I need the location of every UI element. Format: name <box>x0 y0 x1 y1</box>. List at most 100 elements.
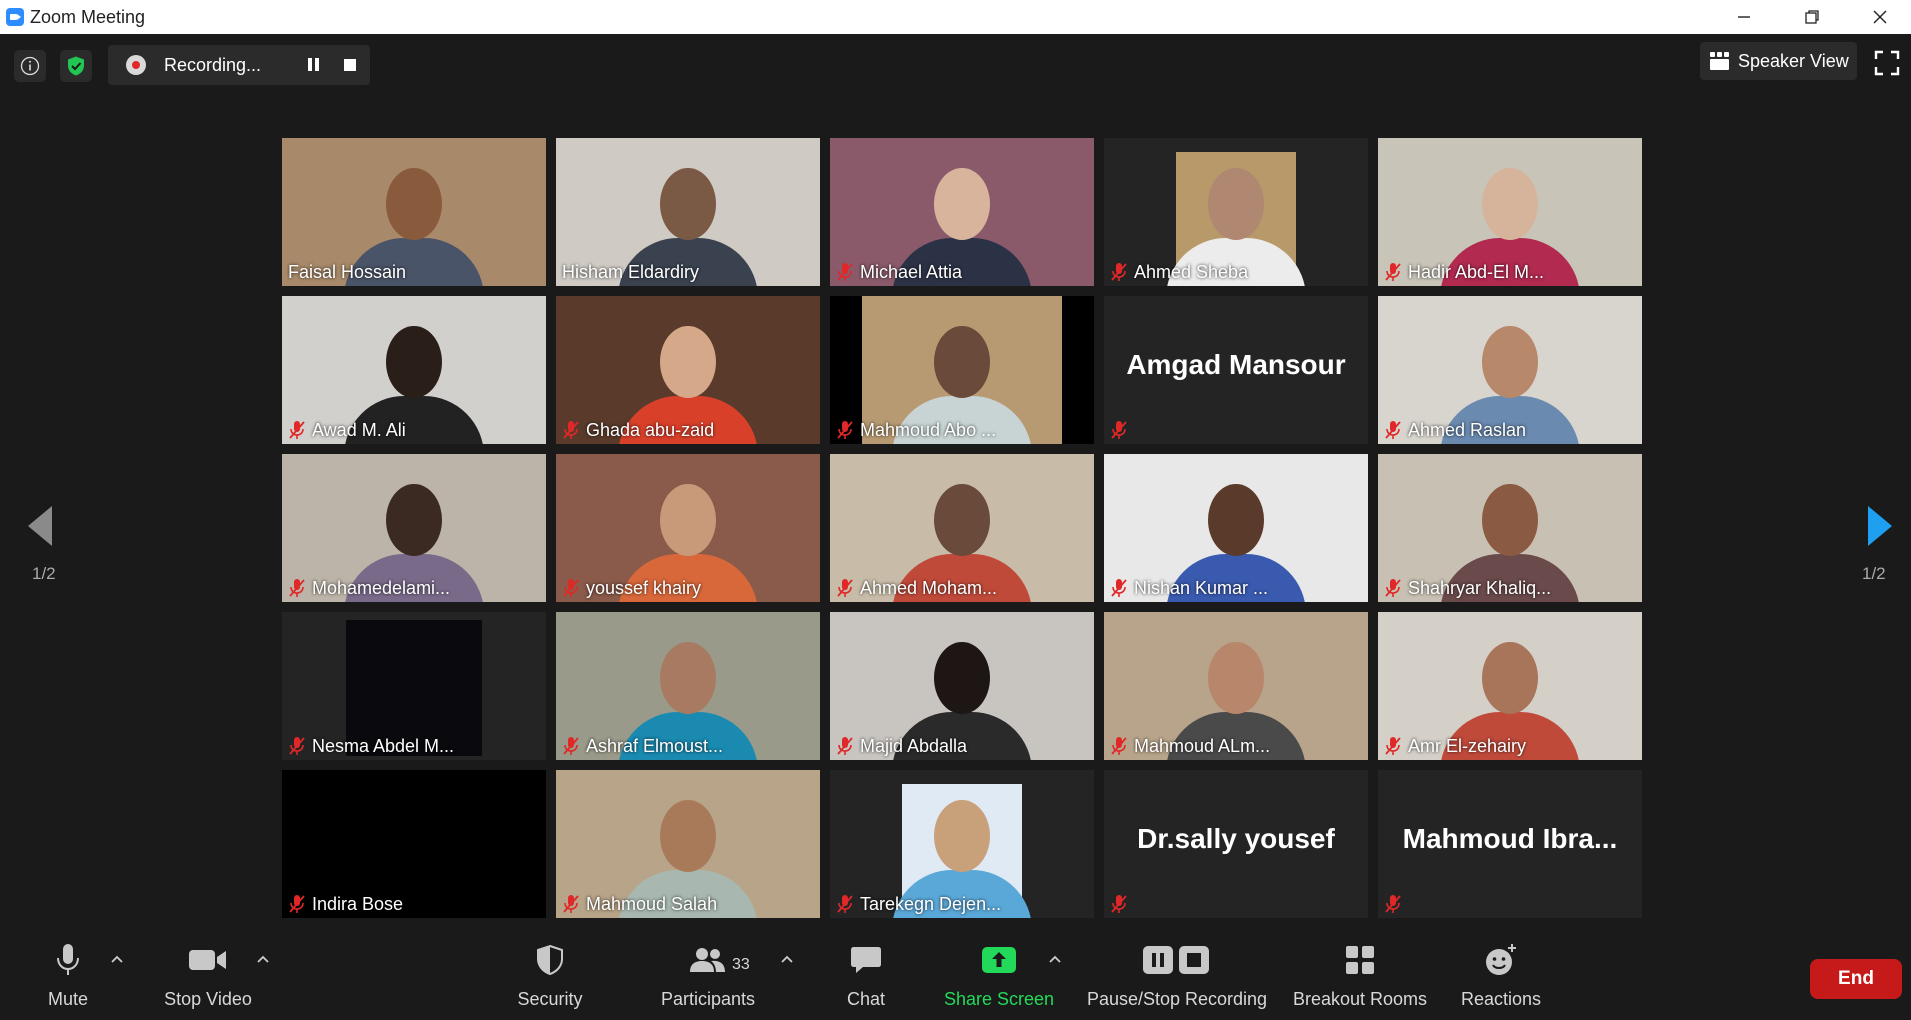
participant-name-bar: Ashraf Elmoust... <box>560 733 723 759</box>
participant-face <box>934 800 990 872</box>
stop-recording-button[interactable] <box>344 59 356 71</box>
participant-tile[interactable]: Amgad Mansour <box>1104 296 1368 444</box>
participant-name: Hadir Abd-El M... <box>1408 261 1545 282</box>
participant-face <box>1482 642 1538 714</box>
participant-name: Majid Abdalla <box>860 735 968 756</box>
fullscreen-icon[interactable] <box>1874 50 1900 76</box>
recording-dot-icon <box>126 55 146 75</box>
participant-tile[interactable]: Majid Abdalla <box>830 612 1094 760</box>
participant-tile[interactable]: Hisham Eldardiry <box>556 138 820 286</box>
close-window-button[interactable] <box>1850 0 1910 34</box>
speaker-view-icon <box>1710 52 1730 70</box>
participant-tile[interactable]: Shahryar Khaliq... <box>1378 454 1642 602</box>
participant-tile[interactable]: Ahmed Moham... <box>830 454 1094 602</box>
muted-microphone-icon <box>1384 262 1402 282</box>
mute-button[interactable]: Mute <box>38 938 98 1020</box>
participant-tile[interactable]: Ashraf Elmoust... <box>556 612 820 760</box>
participant-name: Mahmoud Salah <box>586 893 718 914</box>
participant-tile[interactable]: Mahmoud Salah <box>556 770 820 918</box>
participant-tile[interactable]: youssef khairy <box>556 454 820 602</box>
participants-button[interactable]: Participants <box>656 938 760 1020</box>
participant-face <box>1208 484 1264 556</box>
pause-recording-button[interactable] <box>304 56 322 74</box>
participant-tile[interactable]: Nesma Abdel M... <box>282 612 546 760</box>
participant-tile[interactable]: Hadir Abd-El M... <box>1378 138 1642 286</box>
muted-microphone-icon <box>288 894 306 914</box>
participant-tile[interactable]: Mahmoud ALm... <box>1104 612 1368 760</box>
previous-page-arrow-icon[interactable] <box>26 506 56 546</box>
end-meeting-button[interactable]: End <box>1810 959 1902 999</box>
participant-name-bar: Awad M. Ali <box>286 417 406 443</box>
participant-display-name: Amgad Mansour <box>1126 349 1346 380</box>
stop-video-button[interactable]: Stop Video <box>158 938 258 1020</box>
participant-tile[interactable]: Mohamedelami... <box>282 454 546 602</box>
speaker-view-button[interactable]: Speaker View <box>1700 42 1857 80</box>
next-page-number: 1/2 <box>1862 564 1886 583</box>
muted-microphone-icon <box>836 894 854 914</box>
muted-microphone-icon <box>288 578 306 598</box>
participant-tile[interactable]: Mahmoud Ibra... <box>1378 770 1642 918</box>
participant-tile[interactable]: Mahmoud Abo ... <box>830 296 1094 444</box>
muted-microphone-icon <box>1110 736 1128 756</box>
participant-tile[interactable]: Michael Attia <box>830 138 1094 286</box>
video-options-chevron-up-icon[interactable] <box>256 954 270 964</box>
minimize-button[interactable] <box>1714 0 1774 34</box>
participant-name: Amr El-zehairy <box>1408 735 1527 756</box>
participant-tile[interactable]: Ahmed Sheba <box>1104 138 1368 286</box>
pause-stop-recording-label: Pause/Stop Recording <box>1086 989 1268 1009</box>
participant-tile[interactable]: Amr El-zehairy <box>1378 612 1642 760</box>
muted-microphone-icon <box>562 736 580 756</box>
recording-label: Recording... <box>164 55 262 75</box>
participant-name-bar: youssef khairy <box>560 575 701 601</box>
chat-bubble-icon <box>851 947 881 973</box>
muted-microphone-icon <box>1110 420 1128 440</box>
share-options-chevron-up-icon[interactable] <box>1048 954 1062 964</box>
participant-face <box>1208 168 1264 240</box>
participant-tile[interactable]: Awad M. Ali <box>282 296 546 444</box>
participants-options-chevron-up-icon[interactable] <box>780 954 794 964</box>
participant-name-bar: Ghada abu-zaid <box>560 417 714 443</box>
participant-face <box>660 642 716 714</box>
encryption-status-button[interactable] <box>60 50 92 82</box>
participant-face <box>1208 642 1264 714</box>
participant-tile[interactable]: Faisal Hossain <box>282 138 546 286</box>
participant-name: Ahmed Sheba <box>1134 261 1249 282</box>
minimize-icon <box>1738 16 1750 18</box>
breakout-rooms-button[interactable]: Breakout Rooms <box>1290 938 1430 1020</box>
participant-tile[interactable]: Nishan Kumar ... <box>1104 454 1368 602</box>
speaker-view-label: Speaker View <box>1738 50 1849 71</box>
mute-label: Mute <box>47 989 89 1009</box>
participant-name-bar: Nesma Abdel M... <box>286 733 454 759</box>
participant-tile[interactable]: Dr.sally yousef <box>1104 770 1368 918</box>
participant-name: Ahmed Raslan <box>1408 419 1527 440</box>
muted-microphone-icon <box>288 736 306 756</box>
share-screen-button[interactable]: Share Screen <box>940 938 1058 1020</box>
meeting-info-button[interactable] <box>14 50 46 82</box>
participant-face <box>934 168 990 240</box>
participant-face <box>934 642 990 714</box>
participant-tile[interactable]: Indira Bose <box>282 770 546 918</box>
next-page-arrow-icon[interactable] <box>1864 506 1894 546</box>
participant-tile[interactable]: Tarekegn Dejen... <box>830 770 1094 918</box>
participant-name-bar: Faisal Hossain <box>286 259 406 285</box>
stop-video-label: Stop Video <box>164 989 252 1009</box>
pause-stop-recording-button[interactable]: Pause/Stop Recording <box>1082 938 1272 1020</box>
participant-display-name: Dr.sally yousef <box>1137 823 1335 854</box>
participant-name-bar: Mohamedelami... <box>286 575 450 601</box>
reactions-smiley-icon <box>1486 944 1516 975</box>
security-label: Security <box>517 989 583 1009</box>
participant-name-bar: Majid Abdalla <box>834 733 967 759</box>
participant-name-bar: Ahmed Raslan <box>1382 417 1526 443</box>
meeting-toolbar: Mute Stop Video Security Participants 33… <box>0 938 1911 1020</box>
audio-options-chevron-up-icon[interactable] <box>110 954 124 964</box>
security-button[interactable]: Security <box>510 938 590 1020</box>
reactions-button[interactable]: Reactions <box>1458 938 1544 1020</box>
chat-button[interactable]: Chat <box>836 938 896 1020</box>
restore-button[interactable] <box>1782 0 1842 34</box>
participant-tile[interactable]: Ghada abu-zaid <box>556 296 820 444</box>
participant-name-bar: Hadir Abd-El M... <box>1382 259 1544 285</box>
participant-face <box>660 800 716 872</box>
participant-name-bar <box>1108 891 1134 917</box>
previous-page-number: 1/2 <box>32 564 56 583</box>
participant-tile[interactable]: Ahmed Raslan <box>1378 296 1642 444</box>
